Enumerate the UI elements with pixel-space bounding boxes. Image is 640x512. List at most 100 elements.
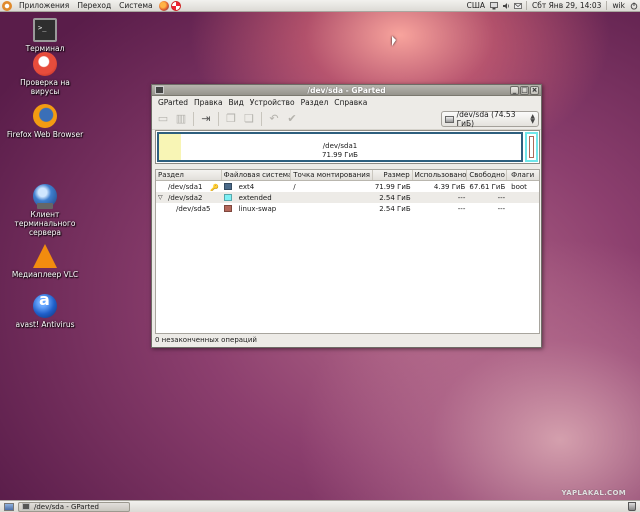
desktop-icon-terminal-client[interactable]: Клиент терминального сервера — [0, 184, 90, 237]
window-title: /dev/sda - GParted — [307, 85, 386, 95]
menu-gparted[interactable]: GParted — [155, 98, 191, 107]
network-icon[interactable] — [490, 1, 498, 10]
menubar: GParted Правка Вид Устройство Раздел Спр… — [152, 96, 541, 108]
cell-free: --- — [497, 193, 506, 202]
minimize-button[interactable]: _ — [510, 86, 519, 95]
table-row[interactable]: /dev/sda1 🔑 ext4 / 71.99 ГиБ 4.39 ГиБ 67… — [156, 181, 539, 192]
cell-used: --- — [457, 193, 466, 202]
toolbar-separator — [218, 111, 219, 126]
toolbar: ▭ ▥ ⇥ ❐ ❏ ↶ ✔ /dev/sda (74.53 ГиБ) ▲ ▼ — [152, 108, 541, 130]
desktop-icon-terminal[interactable]: Терминал — [0, 18, 90, 53]
virus-scan-icon — [33, 52, 57, 76]
help-icon[interactable] — [170, 0, 181, 11]
cell-partition: ▽ /dev/sda2 — [158, 193, 203, 202]
trash-icon[interactable] — [628, 502, 636, 511]
menu-device[interactable]: Устройство — [247, 98, 298, 107]
ubuntu-logo-icon[interactable] — [2, 0, 12, 11]
device-selector[interactable]: /dev/sda (74.53 ГиБ) ▲ ▼ — [441, 110, 539, 128]
column-used[interactable]: Использовано — [413, 170, 468, 180]
cell-free: 67.61 ГиБ — [469, 182, 506, 191]
apply-icon[interactable]: ✔ — [285, 112, 299, 125]
panel-separator — [525, 1, 527, 10]
menu-edit[interactable]: Правка — [191, 98, 226, 107]
cell-partition: /dev/sda5 — [176, 204, 211, 213]
mail-icon[interactable] — [514, 2, 522, 10]
taskbar-button-gparted[interactable]: /dev/sda - GParted — [18, 501, 130, 512]
maximize-button[interactable]: □ — [520, 86, 529, 95]
desktop-icon-firefox[interactable]: Firefox Web Browser — [0, 104, 90, 139]
delete-partition-icon[interactable]: ▥ — [174, 112, 188, 125]
device-selector-value: /dev/sda (74.53 ГиБ) — [456, 110, 516, 128]
column-filesystem[interactable]: Файловая система — [222, 170, 292, 180]
cell-filesystem: extended — [222, 194, 292, 202]
cell-size: 2.54 ГиБ — [379, 193, 411, 202]
power-icon[interactable] — [630, 2, 638, 10]
toolbar-separator — [193, 111, 194, 126]
hard-disk-icon — [445, 115, 454, 123]
disk-map-sda1[interactable]: /dev/sda1 71.99 ГиБ — [157, 132, 523, 162]
menu-view[interactable]: Вид — [226, 98, 247, 107]
disk-map-extended[interactable] — [525, 132, 538, 162]
partition-table: Раздел Файловая система Точка монтирован… — [155, 169, 540, 334]
fs-color-swatch — [223, 194, 232, 201]
column-partition[interactable]: Раздел — [156, 170, 222, 180]
partition-table-header: Раздел Файловая система Точка монтирован… — [156, 170, 539, 181]
disk-map-sda1-label: /dev/sda1 71.99 ГиБ — [159, 142, 521, 160]
menu-places[interactable]: Переход — [73, 1, 115, 10]
resize-move-icon[interactable]: ⇥ — [199, 112, 213, 125]
paste-icon[interactable]: ❏ — [242, 112, 256, 125]
menu-help[interactable]: Справка — [331, 98, 370, 107]
fs-color-swatch — [223, 205, 232, 212]
menu-partition[interactable]: Раздел — [298, 98, 332, 107]
top-panel: Приложения Переход Система США Сбт Янв 2… — [0, 0, 640, 12]
column-mountpoint[interactable]: Точка монтирования — [291, 170, 373, 180]
toolbar-separator — [261, 111, 262, 126]
gparted-app-icon — [155, 86, 164, 94]
desktop-icon-virus-scan[interactable]: Проверка на вирусы — [0, 52, 90, 96]
status-bar: 0 незаконченных операций — [155, 336, 257, 344]
desktop-icon-label: Клиент терминального сервера — [14, 210, 76, 237]
disk-map-sda1-name: /dev/sda1 — [322, 142, 358, 150]
user-name[interactable]: wik — [609, 1, 628, 10]
mouse-cursor — [392, 36, 396, 46]
close-button[interactable]: × — [530, 86, 539, 95]
copy-icon[interactable]: ❐ — [224, 112, 238, 125]
disk-map-swap[interactable] — [529, 136, 534, 158]
window-titlebar[interactable]: /dev/sda - GParted _ □ × — [152, 85, 541, 96]
firefox-icon — [33, 104, 57, 128]
avast-icon — [33, 294, 57, 318]
desktop-icon-label: Firefox Web Browser — [6, 130, 84, 139]
new-partition-icon[interactable]: ▭ — [156, 112, 170, 125]
cell-filesystem: linux-swap — [222, 205, 292, 213]
fs-color-swatch — [223, 183, 232, 190]
keyboard-layout[interactable]: США — [464, 1, 488, 10]
volume-icon[interactable] — [502, 2, 510, 10]
terminal-client-icon — [33, 184, 57, 209]
expander-arrow-icon[interactable]: ▽ — [158, 194, 163, 201]
gparted-app-icon — [22, 503, 30, 510]
undo-icon[interactable]: ↶ — [267, 112, 281, 125]
table-row[interactable]: /dev/sda5 linux-swap 2.54 ГиБ --- --- — [156, 203, 539, 214]
column-size[interactable]: Размер — [373, 170, 413, 180]
watermark: YAPLAKAL.COM — [561, 489, 626, 497]
menu-applications[interactable]: Приложения — [15, 1, 73, 10]
mounted-key-icon: 🔑 — [210, 183, 219, 191]
bottom-panel: /dev/sda - GParted — [0, 500, 640, 512]
window-controls: _ □ × — [510, 86, 539, 95]
desktop-icon-vlc[interactable]: Медиаплеер VLC — [0, 244, 90, 279]
taskbar-button-label: /dev/sda - GParted — [34, 502, 99, 511]
desktop-icon-avast[interactable]: avast! Antivirus — [0, 294, 90, 329]
disk-map: /dev/sda1 71.99 ГиБ — [155, 130, 540, 164]
table-row[interactable]: ▽ /dev/sda2 extended 2.54 ГиБ --- --- — [156, 192, 539, 203]
vlc-icon — [33, 244, 57, 268]
column-free[interactable]: Свободно — [467, 170, 508, 180]
column-flags[interactable]: Флаги — [507, 170, 539, 180]
cell-size: 71.99 ГиБ — [374, 182, 411, 191]
firefox-launcher-icon[interactable] — [158, 0, 169, 11]
show-desktop-icon[interactable] — [4, 502, 14, 511]
cell-size: 2.54 ГиБ — [379, 204, 411, 213]
desktop-icon-label: Медиаплеер VLC — [11, 270, 79, 279]
clock[interactable]: Сбт Янв 29, 14:03 — [529, 1, 604, 10]
top-panel-tray: США Сбт Янв 29, 14:03 wik — [464, 0, 640, 12]
menu-system[interactable]: Система — [115, 1, 156, 10]
